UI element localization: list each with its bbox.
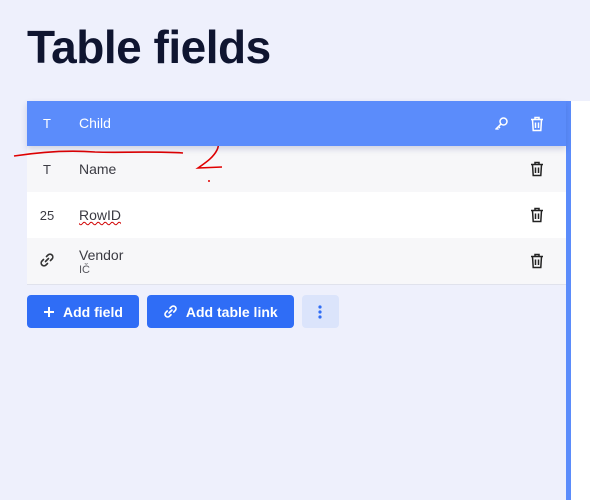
field-row[interactable]: Vendor IČ — [27, 238, 566, 284]
row-actions — [528, 160, 546, 178]
list-divider — [27, 284, 566, 285]
link-icon — [27, 252, 67, 271]
vertical-dots-icon — [318, 304, 322, 319]
row-actions — [528, 206, 546, 224]
page-title: Table fields — [27, 21, 271, 73]
field-name-label: RowID — [79, 207, 122, 223]
field-name-cell: Name — [79, 161, 528, 177]
field-row[interactable]: 25 RowID — [27, 192, 566, 238]
text-type-icon: T — [43, 116, 51, 131]
row-actions — [528, 252, 546, 270]
add-field-button[interactable]: Add field — [27, 295, 139, 328]
field-name-input[interactable] — [79, 114, 379, 131]
plus-icon — [44, 306, 54, 317]
field-name-cell: Vendor IČ — [79, 247, 528, 276]
trash-icon[interactable] — [528, 160, 546, 178]
row-actions — [492, 115, 546, 133]
field-name-label: Name — [79, 161, 117, 177]
trash-icon[interactable] — [528, 252, 546, 270]
trash-icon[interactable] — [528, 115, 546, 133]
field-row[interactable]: T Name — [27, 146, 566, 192]
number-type-icon: 25 — [39, 207, 55, 223]
field-sub-label: IČ — [79, 263, 90, 276]
add-field-label: Add field — [63, 303, 123, 320]
field-row-editing[interactable]: T — [27, 101, 566, 146]
field-name-label: Vendor — [79, 246, 124, 263]
actions-bar: Add field Add table link — [27, 295, 339, 328]
side-panel — [571, 101, 590, 500]
key-icon[interactable] — [492, 115, 510, 133]
field-name-cell: RowID — [79, 207, 528, 223]
trash-icon[interactable] — [528, 206, 546, 224]
link-icon — [164, 305, 177, 318]
add-table-link-button[interactable]: Add table link — [146, 295, 294, 328]
text-type-icon: T — [43, 161, 51, 177]
more-options-button[interactable] — [301, 295, 339, 328]
field-list: T T Name — [27, 101, 566, 285]
field-name-cell — [79, 114, 492, 133]
add-table-link-label: Add table link — [185, 303, 278, 320]
